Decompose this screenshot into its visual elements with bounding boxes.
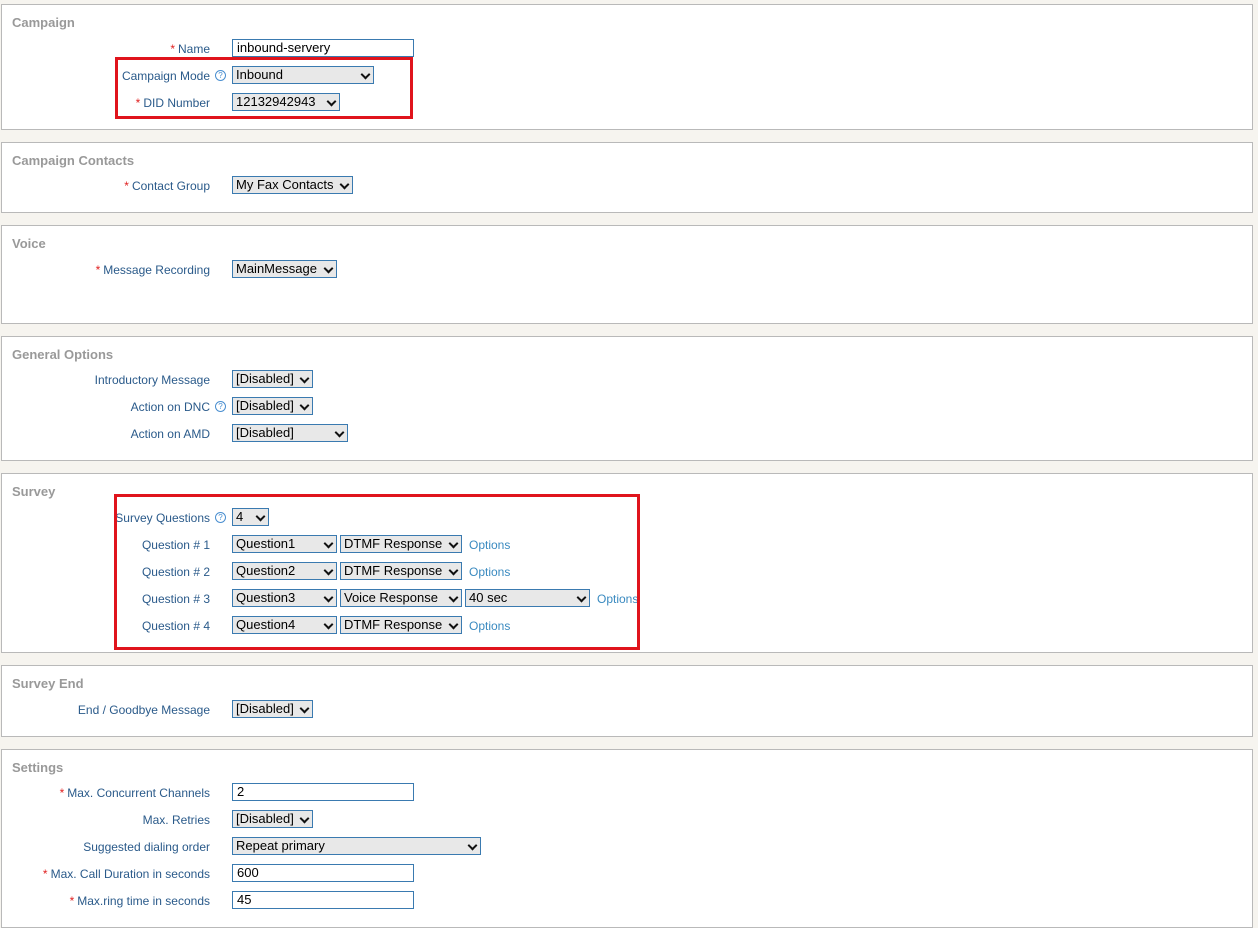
message-recording-label: * Message Recording xyxy=(95,263,210,277)
action-dnc-label: Action on DNC? xyxy=(131,400,226,414)
dialing-order-select[interactable]: Repeat primary xyxy=(232,837,481,855)
name-input[interactable]: inbound-servery xyxy=(232,39,414,57)
max-call-duration-label: * Max. Call Duration in seconds xyxy=(42,867,210,881)
campaign-contacts-panel: Campaign Contacts * Contact Group My Fax … xyxy=(1,142,1253,213)
contact-group-select[interactable]: My Fax Contacts xyxy=(232,176,353,194)
settings-panel: Settings * Max. Concurrent Channels 2 Max… xyxy=(1,749,1253,928)
action-amd-select[interactable]: [Disabled] xyxy=(232,424,348,442)
contacts-legend: Campaign Contacts xyxy=(12,153,135,168)
action-dnc-select[interactable]: [Disabled] xyxy=(232,397,313,415)
intro-message-select[interactable]: [Disabled] xyxy=(232,370,313,388)
campaign-highlight-box xyxy=(115,57,413,119)
max-ring-time-label: * Max.ring time in seconds xyxy=(69,894,210,908)
general-legend: General Options xyxy=(12,347,114,362)
voice-panel: Voice * Message Recording MainMessage xyxy=(1,225,1253,324)
settings-legend: Settings xyxy=(12,760,64,775)
action-dnc-help-icon[interactable]: ? xyxy=(215,401,226,413)
intro-message-label: Introductory Message xyxy=(94,373,210,387)
max-retries-select[interactable]: [Disabled] xyxy=(232,810,313,828)
goodbye-message-select[interactable]: [Disabled] xyxy=(232,700,313,718)
dialing-order-label: Suggested dialing order xyxy=(83,840,210,854)
max-retries-label: Max. Retries xyxy=(142,813,210,827)
action-amd-label: Action on AMD xyxy=(130,427,210,441)
max-call-duration-input[interactable]: 600 xyxy=(232,864,414,882)
goodbye-message-label: End / Goodbye Message xyxy=(77,703,210,717)
survey-highlight-box xyxy=(114,494,640,650)
max-channels-label: * Max. Concurrent Channels xyxy=(59,786,210,800)
campaign-legend: Campaign xyxy=(12,15,75,30)
voice-legend: Voice xyxy=(12,236,46,251)
max-channels-input[interactable]: 2 xyxy=(232,783,414,801)
max-ring-time-input[interactable]: 45 xyxy=(232,891,414,909)
survey-legend: Survey xyxy=(12,484,56,499)
survey-end-legend: Survey End xyxy=(12,676,84,691)
message-recording-select[interactable]: MainMessage xyxy=(232,260,337,278)
survey-end-panel: Survey End End / Goodbye Message [Disabl… xyxy=(1,665,1253,737)
general-options-panel: General Options Introductory Message [Di… xyxy=(1,336,1253,461)
name-label: * Name xyxy=(170,42,210,56)
contact-group-label: * Contact Group xyxy=(124,179,210,193)
